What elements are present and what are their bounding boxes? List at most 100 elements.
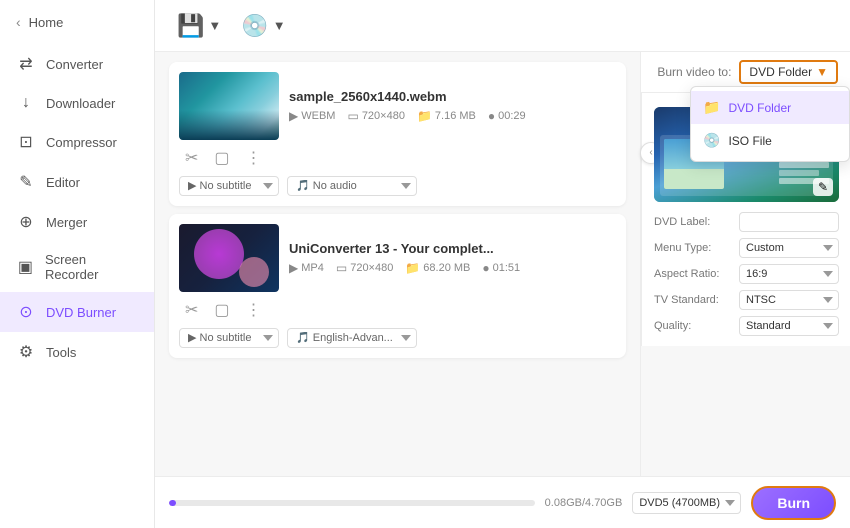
sidebar-item-editor[interactable]: ✎ Editor bbox=[0, 162, 154, 202]
thumb-img-1 bbox=[179, 224, 279, 292]
trim-button-1[interactable]: ✂ bbox=[181, 298, 202, 322]
audio-select-0[interactable]: 🎵 No audio bbox=[287, 176, 417, 196]
aspect-ratio-row: Aspect Ratio: 16:9 4:3 bbox=[654, 264, 839, 284]
aspect-ratio-label: Aspect Ratio: bbox=[654, 268, 719, 280]
file-duration-0: ● 00:29 bbox=[488, 109, 526, 123]
quality-row: Quality: Standard High Low bbox=[654, 316, 839, 336]
aspect-ratio-select[interactable]: 16:9 4:3 bbox=[739, 264, 839, 284]
sidebar-nav: ⇄ Converter ↓ Downloader ⊡ Compressor ✎ … bbox=[0, 44, 154, 372]
file-card-top-1: UniConverter 13 - Your complet... ▶ MP4 … bbox=[179, 224, 616, 292]
tools-icon: ⚙ bbox=[16, 342, 36, 362]
sidebar-item-merger[interactable]: ⊕ Merger bbox=[0, 202, 154, 242]
subtitle-select-0[interactable]: ▶ No subtitle bbox=[179, 176, 279, 196]
file-resolution-0: ▭ 720×480 bbox=[347, 109, 404, 123]
add-file-icon-arrow: ▼ bbox=[208, 18, 221, 33]
sidebar: ‹ Home ⇄ Converter ↓ Downloader ⊡ Compre… bbox=[0, 0, 155, 528]
size-value-0: 7.16 MB bbox=[435, 110, 476, 122]
subtitle-select-1[interactable]: ▶ No subtitle bbox=[179, 328, 279, 348]
resolution-value-1: 720×480 bbox=[350, 262, 393, 274]
menu-type-select[interactable]: Custom Default None bbox=[739, 238, 839, 258]
burn-to-label: Burn video to: bbox=[657, 65, 731, 79]
preview-edit-button[interactable]: ✎ bbox=[813, 178, 833, 196]
more-button-1[interactable]: ⋮ bbox=[242, 298, 266, 322]
back-button[interactable]: ‹ Home bbox=[0, 0, 154, 44]
sidebar-label-downloader: Downloader bbox=[46, 96, 115, 111]
file-size-0: 📁 7.16 MB bbox=[417, 109, 476, 123]
file-thumbnail-1 bbox=[179, 224, 279, 292]
file-name-1: UniConverter 13 - Your complet... bbox=[289, 241, 616, 256]
resolution-icon-1: ▭ bbox=[336, 261, 347, 275]
sidebar-item-downloader[interactable]: ↓ Downloader bbox=[0, 84, 154, 122]
right-panel-wrapper: Burn video to: DVD Folder ▼ 📁 DVD Folder… bbox=[640, 52, 850, 476]
format-icon-0: ▶ bbox=[289, 109, 298, 123]
resolution-value-0: 720×480 bbox=[362, 110, 405, 122]
downloader-icon: ↓ bbox=[16, 94, 36, 112]
burn-to-dropdown-button[interactable]: DVD Folder ▼ bbox=[739, 60, 838, 84]
resolution-icon-0: ▭ bbox=[347, 109, 358, 123]
quality-select[interactable]: Standard High Low bbox=[739, 316, 839, 336]
burn-button[interactable]: Burn bbox=[751, 486, 836, 520]
duration-value-1: 01:51 bbox=[493, 262, 521, 274]
dvd-label-input[interactable] bbox=[739, 212, 839, 232]
size-value-1: 68.20 MB bbox=[423, 262, 470, 274]
file-duration-1: ● 01:51 bbox=[482, 261, 520, 275]
duration-icon-0: ● bbox=[488, 109, 495, 123]
file-card-top-0: sample_2560x1440.webm ▶ WEBM ▭ 720×480 📁… bbox=[179, 72, 616, 140]
burn-to-header: Burn video to: DVD Folder ▼ 📁 DVD Folder… bbox=[641, 52, 850, 93]
sidebar-item-screen-recorder[interactable]: ▣ Screen Recorder bbox=[0, 242, 154, 292]
file-meta-1: ▶ MP4 ▭ 720×480 📁 68.20 MB ● 01:51 bbox=[289, 261, 616, 275]
progress-bar-fill bbox=[169, 500, 176, 506]
add-dvd-button[interactable]: 💿 ▼ bbox=[235, 9, 291, 43]
dropdown-item-dvd-folder-label: DVD Folder bbox=[728, 101, 791, 115]
more-button-0[interactable]: ⋮ bbox=[242, 146, 266, 170]
storage-info: 0.08GB/4.70GB bbox=[545, 497, 623, 509]
settings-section: DVD Label: Menu Type: Custom Default Non… bbox=[654, 212, 839, 336]
back-arrow-icon: ‹ bbox=[16, 14, 21, 30]
screen-recorder-icon: ▣ bbox=[16, 257, 35, 277]
dvd-folder-icon: 📁 bbox=[703, 99, 720, 116]
file-format-0: ▶ WEBM bbox=[289, 109, 335, 123]
file-thumbnail-0 bbox=[179, 72, 279, 140]
file-controls-1: ✂ ▢ ⋮ bbox=[179, 298, 616, 322]
add-file-icon: 💾 bbox=[177, 13, 204, 39]
compressor-icon: ⊡ bbox=[16, 132, 36, 152]
dvd-label-row: DVD Label: bbox=[654, 212, 839, 232]
sidebar-label-dvd-burner: DVD Burner bbox=[46, 305, 116, 320]
file-card-1: UniConverter 13 - Your complet... ▶ MP4 … bbox=[169, 214, 626, 358]
merger-icon: ⊕ bbox=[16, 212, 36, 232]
file-name-0: sample_2560x1440.webm bbox=[289, 89, 616, 104]
size-icon-1: 📁 bbox=[405, 261, 420, 275]
sidebar-item-tools[interactable]: ⚙ Tools bbox=[0, 332, 154, 372]
iso-file-icon: 💿 bbox=[703, 132, 720, 149]
file-controls-0: ✂ ▢ ⋮ bbox=[179, 146, 616, 170]
duration-icon-1: ● bbox=[482, 261, 489, 275]
dvd-label-label: DVD Label: bbox=[654, 216, 710, 228]
content-area: sample_2560x1440.webm ▶ WEBM ▭ 720×480 📁… bbox=[155, 52, 850, 476]
add-file-button[interactable]: 💾 ▼ bbox=[171, 9, 227, 43]
tv-standard-row: TV Standard: NTSC PAL bbox=[654, 290, 839, 310]
crop-button-1[interactable]: ▢ bbox=[210, 298, 233, 322]
file-info-0: sample_2560x1440.webm ▶ WEBM ▭ 720×480 📁… bbox=[289, 89, 616, 123]
size-icon-0: 📁 bbox=[417, 109, 432, 123]
disc-type-select[interactable]: DVD5 (4700MB) DVD9 (8500MB) bbox=[632, 492, 741, 514]
dropdown-item-dvd-folder[interactable]: 📁 DVD Folder bbox=[691, 91, 849, 124]
converter-icon: ⇄ bbox=[16, 54, 36, 74]
sidebar-item-compressor[interactable]: ⊡ Compressor bbox=[0, 122, 154, 162]
tv-standard-select[interactable]: NTSC PAL bbox=[739, 290, 839, 310]
audio-select-1[interactable]: 🎵 English-Advan... bbox=[287, 328, 417, 348]
crop-button-0[interactable]: ▢ bbox=[210, 146, 233, 170]
file-card-0: sample_2560x1440.webm ▶ WEBM ▭ 720×480 📁… bbox=[169, 62, 626, 206]
thumb-img-0 bbox=[179, 72, 279, 140]
sidebar-label-tools: Tools bbox=[46, 345, 76, 360]
dropdown-item-iso-file[interactable]: 💿 ISO File bbox=[691, 124, 849, 157]
file-format-1: ▶ MP4 bbox=[289, 261, 324, 275]
dvd-burner-icon: ⊙ bbox=[16, 302, 36, 322]
editor-icon: ✎ bbox=[16, 172, 36, 192]
sidebar-item-dvd-burner[interactable]: ⊙ DVD Burner bbox=[0, 292, 154, 332]
sidebar-back-label: Home bbox=[29, 15, 64, 30]
file-list: sample_2560x1440.webm ▶ WEBM ▭ 720×480 📁… bbox=[155, 52, 640, 476]
sidebar-item-converter[interactable]: ⇄ Converter bbox=[0, 44, 154, 84]
trim-button-0[interactable]: ✂ bbox=[181, 146, 202, 170]
dropdown-item-iso-file-label: ISO File bbox=[728, 134, 771, 148]
sidebar-label-screen-recorder: Screen Recorder bbox=[45, 252, 138, 282]
